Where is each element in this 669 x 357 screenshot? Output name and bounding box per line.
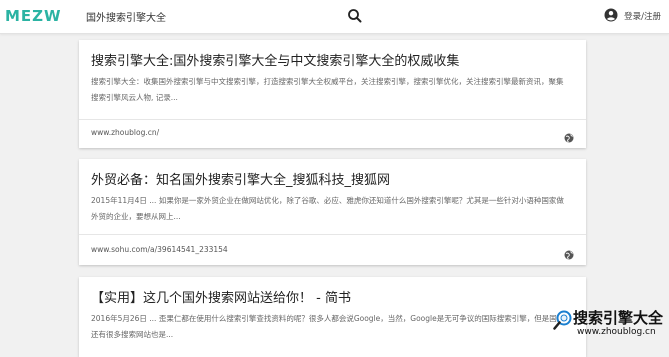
globe-icon[interactable]	[564, 245, 574, 260]
result-title[interactable]: 【实用】这几个国外搜索网站送给你！ - 简书	[91, 287, 574, 306]
result-url[interactable]: www.sohu.com/a/39614541_233154	[91, 245, 228, 254]
result-description: 搜索引擎大全：收集国外搜索引擎与中文搜索引擎，打造搜索引擎大全权威平台，关注搜索…	[91, 77, 564, 102]
result-card: 【实用】这几个国外搜索网站送给你！ - 简书 2016年5月26日 ... 歪果…	[79, 277, 586, 357]
search-input[interactable]	[82, 3, 340, 29]
result-description: 2016年5月26日 ... 歪果仁都在使用什么搜索引擎查找资料的呢？很多人都会…	[91, 314, 565, 339]
magnifier-logo-icon	[553, 309, 573, 331]
result-card: 搜索引擎大全:国外搜索引擎大全与中文搜索引擎大全的权威收集 搜索引擎大全：收集国…	[79, 40, 586, 148]
watermark-url: www.zhoublog.cn	[577, 327, 656, 337]
card-divider	[79, 234, 586, 235]
card-divider	[79, 119, 586, 120]
watermark-title: 搜索引擎大全	[573, 309, 664, 327]
globe-icon[interactable]	[564, 128, 574, 143]
result-description: 2015年11月4日 ... 如果你是一家外贸企业在做网站优化，除了谷歌、必应、…	[91, 196, 564, 221]
top-bar: MEZW 登录/注册	[0, 0, 669, 34]
login-label: 登录/注册	[624, 12, 661, 22]
result-card: 外贸必备：知名国外搜索引擎大全_搜狐科技_搜狐网 2015年11月4日 ... …	[79, 159, 586, 265]
result-title[interactable]: 外贸必备：知名国外搜索引擎大全_搜狐科技_搜狐网	[91, 169, 574, 188]
site-watermark: 搜索引擎大全 www.zhoublog.cn	[553, 307, 663, 341]
search-icon[interactable]	[346, 7, 364, 25]
result-title[interactable]: 搜索引擎大全:国外搜索引擎大全与中文搜索引擎大全的权威收集	[91, 50, 574, 69]
account-circle-icon	[604, 8, 618, 25]
search-box	[82, 3, 368, 29]
result-url[interactable]: www.zhoublog.cn/	[91, 128, 159, 137]
login-button[interactable]: 登录/注册	[604, 8, 661, 24]
site-logo[interactable]: MEZW	[5, 7, 62, 25]
